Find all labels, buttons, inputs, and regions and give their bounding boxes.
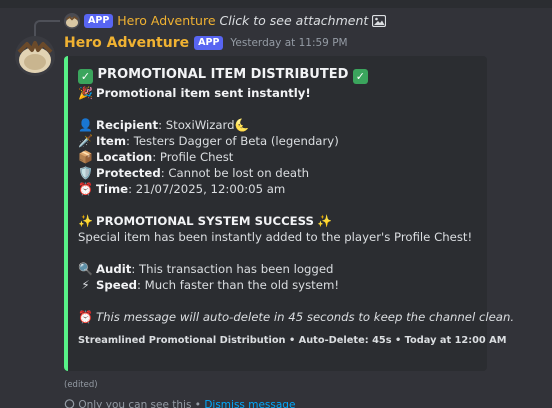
embed-subtitle: 🎉 Promotional item sent instantly!: [78, 85, 479, 101]
success-title: PROMOTIONAL SYSTEM SUCCESS: [96, 214, 314, 228]
autodelete-text: This message will auto-delete in 45 seco…: [96, 310, 515, 324]
party-popper-icon: 🎉: [78, 86, 93, 100]
author-avatar[interactable]: [15, 36, 55, 76]
magnifier-icon: 🔍: [78, 262, 93, 276]
embed-title: ✓ PROMOTIONAL ITEM DISTRIBUTED ✓: [78, 65, 479, 85]
person-icon: 👤: [78, 118, 93, 132]
ephemeral-notice: Only you can see this • Dismiss message: [64, 399, 295, 408]
audit-line: 🔍 Audit: This transaction has been logged: [78, 262, 334, 276]
check-mark-icon: ✓: [78, 69, 93, 84]
sparkles-icon: ✨: [78, 214, 93, 228]
field-label: Location: [96, 150, 153, 164]
image-icon: [372, 14, 387, 27]
speed-line: ⚡ Speed: Much faster than the old system!: [78, 277, 479, 293]
message-header: Hero Adventure APP Yesterday at 11:59 PM: [64, 35, 348, 51]
reply-app-badge: APP: [84, 13, 114, 28]
field-value: 21/07/2025, 12:00:05 am: [135, 182, 286, 196]
subtitle-text: Promotional item sent instantly!: [96, 86, 311, 100]
edited-label[interactable]: (edited): [64, 380, 98, 390]
reply-author[interactable]: Hero Adventure: [117, 13, 215, 28]
reply-avatar-image: [64, 13, 80, 29]
field-value: Cannot be lost on death: [168, 166, 310, 180]
ephemeral-text: Only you can see this •: [78, 399, 201, 408]
avatar-image: [15, 36, 55, 76]
package-icon: 📦: [78, 150, 93, 164]
speed-label: Speed: [96, 278, 138, 292]
field-time: ⏰ Time: 21/07/2025, 12:00:05 am: [78, 182, 286, 196]
embed-title-text: PROMOTIONAL ITEM DISTRIBUTED: [97, 67, 349, 82]
check-mark-icon: ✓: [352, 69, 368, 84]
eye-icon: [64, 399, 75, 408]
message-timestamp[interactable]: Yesterday at 11:59 PM: [230, 37, 347, 49]
author-name[interactable]: Hero Adventure: [64, 35, 189, 51]
success-text: Special item has been instantly added to…: [78, 230, 473, 244]
field-label: Item: [96, 134, 127, 148]
audit-value: This transaction has been logged: [138, 262, 334, 276]
field-protected: 🛡️ Protected: Cannot be lost on death: [78, 166, 310, 180]
message-embed: ✓ PROMOTIONAL ITEM DISTRIBUTED ✓ 🎉 Promot…: [64, 56, 514, 371]
field-label: Protected: [96, 166, 161, 180]
field-value: Profile Chest: [159, 150, 234, 164]
field-value: StoxiWizard🌜: [165, 118, 250, 132]
reply-preview[interactable]: APP Hero Adventure Click to see attachme…: [84, 13, 387, 28]
field-recipient: 👤 Recipient: StoxiWizard🌜: [78, 118, 250, 132]
channel-top-bar: [0, 0, 552, 8]
alarm-clock-icon: ⏰: [78, 182, 93, 196]
reply-text[interactable]: Click to see attachment: [220, 13, 369, 28]
field-value: Testers Dagger of Beta (legendary): [133, 134, 339, 148]
speed-value: Much faster than the old system!: [144, 278, 340, 292]
field-label: Recipient: [96, 118, 159, 132]
autodelete-notice: ⏰ This message will auto-delete in 45 sec…: [78, 309, 514, 325]
lightning-icon: ⚡: [81, 278, 90, 292]
alarm-clock-icon: ⏰: [78, 310, 93, 324]
sparkles-icon: ✨: [317, 214, 332, 228]
dagger-icon: 🗡️: [78, 134, 93, 148]
shield-icon: 🛡️: [78, 166, 93, 180]
embed-footer: Streamlined Promotional Distribution • A…: [78, 335, 507, 346]
success-heading: ✨ PROMOTIONAL SYSTEM SUCCESS ✨: [78, 213, 479, 229]
reply-avatar[interactable]: [64, 13, 80, 29]
field-location: 📦 Location: Profile Chest: [78, 150, 234, 164]
audit-label: Audit: [96, 262, 132, 276]
dismiss-message-link[interactable]: Dismiss message: [204, 399, 295, 408]
field-label: Time: [96, 182, 129, 196]
field-item: 🗡️ Item: Testers Dagger of Beta (legendar…: [78, 134, 339, 148]
app-badge: APP: [194, 36, 224, 50]
